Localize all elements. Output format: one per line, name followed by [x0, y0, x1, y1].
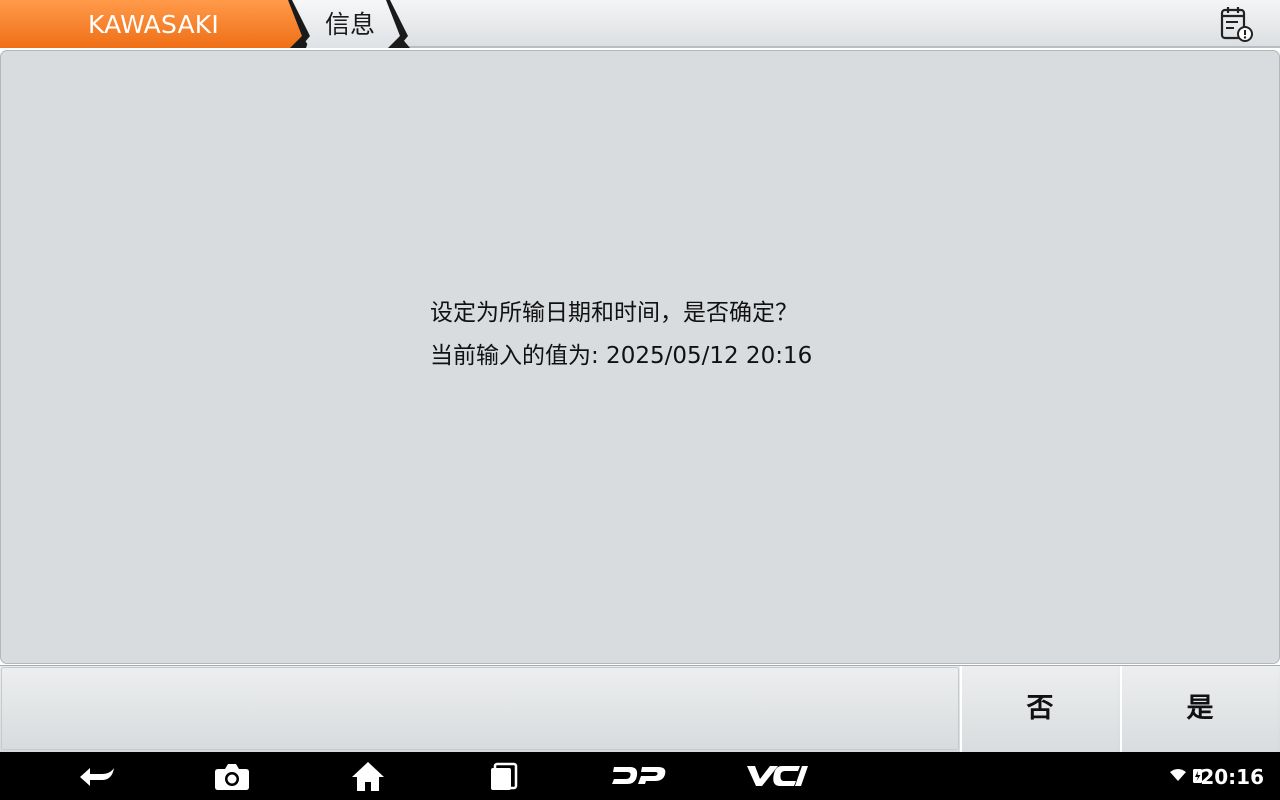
- system-nav-bar: 20:16: [0, 752, 1280, 800]
- dp-logo[interactable]: [610, 758, 670, 794]
- top-bar: KAWASAKI 信息: [0, 0, 1280, 48]
- dialog-question: 设定为所输日期和时间，是否确定？: [430, 300, 798, 326]
- breadcrumb-info[interactable]: 信息: [325, 0, 375, 48]
- status-icons: [1170, 769, 1202, 783]
- back-icon[interactable]: [76, 758, 120, 794]
- recent-apps-icon[interactable]: [486, 758, 522, 794]
- no-button[interactable]: 否: [960, 666, 1118, 752]
- dialog-current-value: 当前输入的值为: 2025/05/12 20:16: [430, 343, 813, 369]
- breadcrumb-brand[interactable]: KAWASAKI: [88, 0, 219, 48]
- camera-icon[interactable]: [212, 758, 252, 794]
- action-bar: 否 是: [0, 665, 1280, 752]
- calendar-alert-icon[interactable]: [1216, 4, 1256, 44]
- dialog-message: 设定为所输日期和时间，是否确定？ 当前输入的值为: 2025/05/12 20:…: [430, 292, 812, 378]
- screen: KAWASAKI 信息 设定为所输日期和时间，是否确定？ 当前输入的值为: 20…: [0, 0, 1280, 800]
- yes-button[interactable]: 是: [1120, 666, 1278, 752]
- vci-logo[interactable]: [744, 758, 810, 794]
- action-bar-spacer: [1, 667, 959, 750]
- home-icon[interactable]: [348, 758, 388, 794]
- status-clock: 20:16: [1200, 765, 1264, 789]
- wifi-icon: [1170, 769, 1186, 781]
